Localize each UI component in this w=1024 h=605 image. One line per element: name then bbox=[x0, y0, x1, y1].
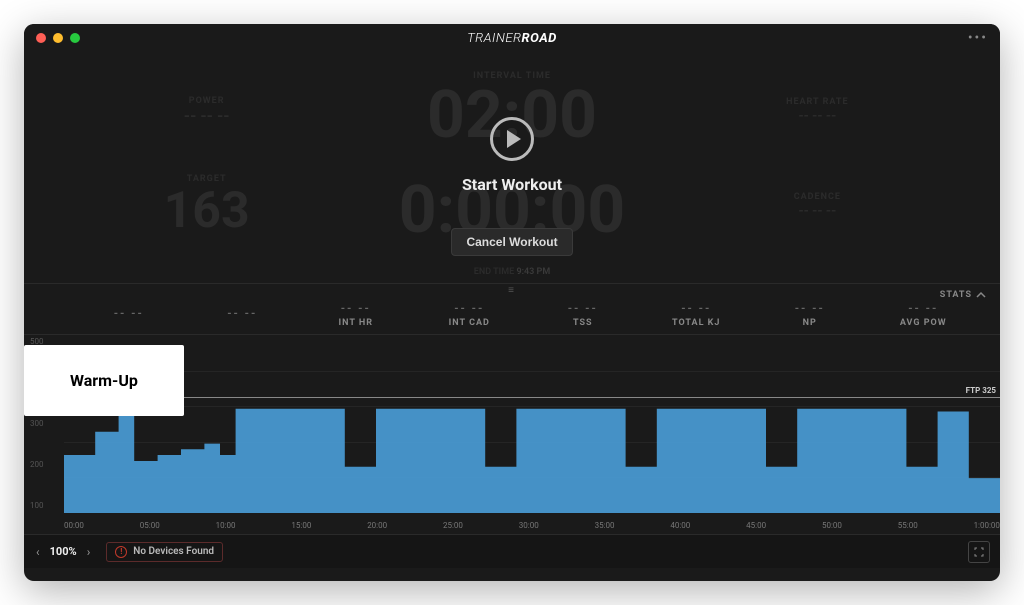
brand-bold: ROAD bbox=[522, 31, 557, 46]
x-tick: 55:00 bbox=[898, 521, 918, 530]
y-tick: 200 bbox=[30, 460, 64, 469]
zoom-out-button[interactable]: ‹ bbox=[34, 545, 42, 559]
y-tick: 100 bbox=[30, 501, 64, 510]
minimize-icon[interactable] bbox=[53, 33, 63, 43]
power-profile bbox=[64, 335, 1000, 513]
stat-label: INT CAD bbox=[449, 318, 490, 328]
end-time-label: END TIME bbox=[474, 267, 514, 277]
stat-label: AVG POW bbox=[900, 318, 947, 328]
stat-cell: -- -- INT CAD bbox=[413, 302, 527, 328]
app-window: TRAINERROAD ••• POWER -- -- -- INTERVAL … bbox=[24, 24, 1000, 581]
x-tick: 05:00 bbox=[140, 521, 160, 530]
app-brand: TRAINERROAD bbox=[467, 31, 557, 46]
zoom-value: 100% bbox=[50, 545, 77, 558]
chevron-up-icon bbox=[976, 290, 986, 300]
stats-row: STATS -- ---- ---- --INT HR-- --INT CAD-… bbox=[24, 296, 1000, 334]
interval-tooltip: Warm-Up bbox=[24, 345, 184, 416]
x-tick: 10:00 bbox=[216, 521, 236, 530]
close-icon[interactable] bbox=[36, 33, 46, 43]
window-controls[interactable] bbox=[36, 33, 80, 43]
main-panel: POWER -- -- -- INTERVAL TIME 02:00 HEART… bbox=[24, 52, 1000, 284]
x-tick: 45:00 bbox=[746, 521, 766, 530]
stat-cell: -- -- AVG POW bbox=[867, 302, 981, 328]
x-tick: 50:00 bbox=[822, 521, 842, 530]
workout-chart[interactable]: 500400300200100 FTP 325 00:0005:0010:001… bbox=[24, 334, 1000, 534]
stats-toggle-label: STATS bbox=[940, 290, 972, 300]
stats-toggle[interactable]: STATS bbox=[940, 290, 986, 300]
stat-cell: -- -- NP bbox=[753, 302, 867, 328]
x-tick: 40:00 bbox=[670, 521, 690, 530]
x-tick: 35:00 bbox=[595, 521, 615, 530]
stat-value: -- -- bbox=[114, 307, 144, 320]
stat-cell: -- -- bbox=[72, 307, 186, 323]
maximize-icon[interactable] bbox=[70, 33, 80, 43]
x-tick: 25:00 bbox=[443, 521, 463, 530]
stat-value: -- -- bbox=[568, 302, 598, 315]
end-time-value: 9:43 PM bbox=[516, 267, 550, 277]
stat-cell: -- -- TSS bbox=[526, 302, 640, 328]
stat-label: INT HR bbox=[338, 318, 373, 328]
cancel-workout-button[interactable]: Cancel Workout bbox=[451, 228, 572, 256]
start-overlay: Start Workout Cancel Workout bbox=[24, 52, 1000, 283]
no-devices-label: No Devices Found bbox=[133, 546, 214, 557]
x-axis: 00:00 05:00 10:00 15:00 20:00 25:00 30:00 35:00… bbox=[64, 521, 1000, 530]
fullscreen-icon bbox=[974, 547, 984, 557]
y-tick: 300 bbox=[30, 419, 64, 428]
x-tick: 30:00 bbox=[519, 521, 539, 530]
end-time: END TIME 9:43 PM bbox=[474, 267, 550, 277]
stat-cell: -- -- TOTAL KJ bbox=[640, 302, 754, 328]
bottom-bar: ‹ 100% › ! No Devices Found bbox=[24, 534, 1000, 568]
play-button[interactable] bbox=[490, 117, 534, 161]
titlebar: TRAINERROAD ••• bbox=[24, 24, 1000, 52]
no-devices-badge[interactable]: ! No Devices Found bbox=[106, 542, 223, 562]
brand-thin: TRAINER bbox=[467, 31, 521, 46]
stat-value: -- -- bbox=[227, 307, 257, 320]
warning-icon: ! bbox=[115, 546, 127, 558]
stat-label: TOTAL KJ bbox=[672, 318, 720, 328]
stat-cell: -- -- bbox=[186, 307, 300, 323]
stat-label: TSS bbox=[573, 318, 593, 328]
x-tick: 15:00 bbox=[291, 521, 311, 530]
play-icon bbox=[507, 130, 521, 148]
stat-value: -- -- bbox=[795, 302, 825, 315]
stat-value: -- -- bbox=[908, 302, 938, 315]
drag-handle-icon[interactable]: ≡ bbox=[24, 284, 1000, 296]
more-menu-icon[interactable]: ••• bbox=[968, 30, 988, 46]
zoom-in-button[interactable]: › bbox=[85, 545, 93, 559]
stat-cell: -- -- INT HR bbox=[299, 302, 413, 328]
stat-value: -- -- bbox=[681, 302, 711, 315]
stat-value: -- -- bbox=[454, 302, 484, 315]
x-tick: 1:00:00 bbox=[974, 521, 1000, 530]
x-tick: 00:00 bbox=[64, 521, 84, 530]
stat-value: -- -- bbox=[341, 302, 371, 315]
start-workout-label: Start Workout bbox=[462, 175, 562, 194]
x-tick: 20:00 bbox=[367, 521, 387, 530]
stat-label: NP bbox=[803, 318, 817, 328]
fullscreen-button[interactable] bbox=[968, 541, 990, 563]
